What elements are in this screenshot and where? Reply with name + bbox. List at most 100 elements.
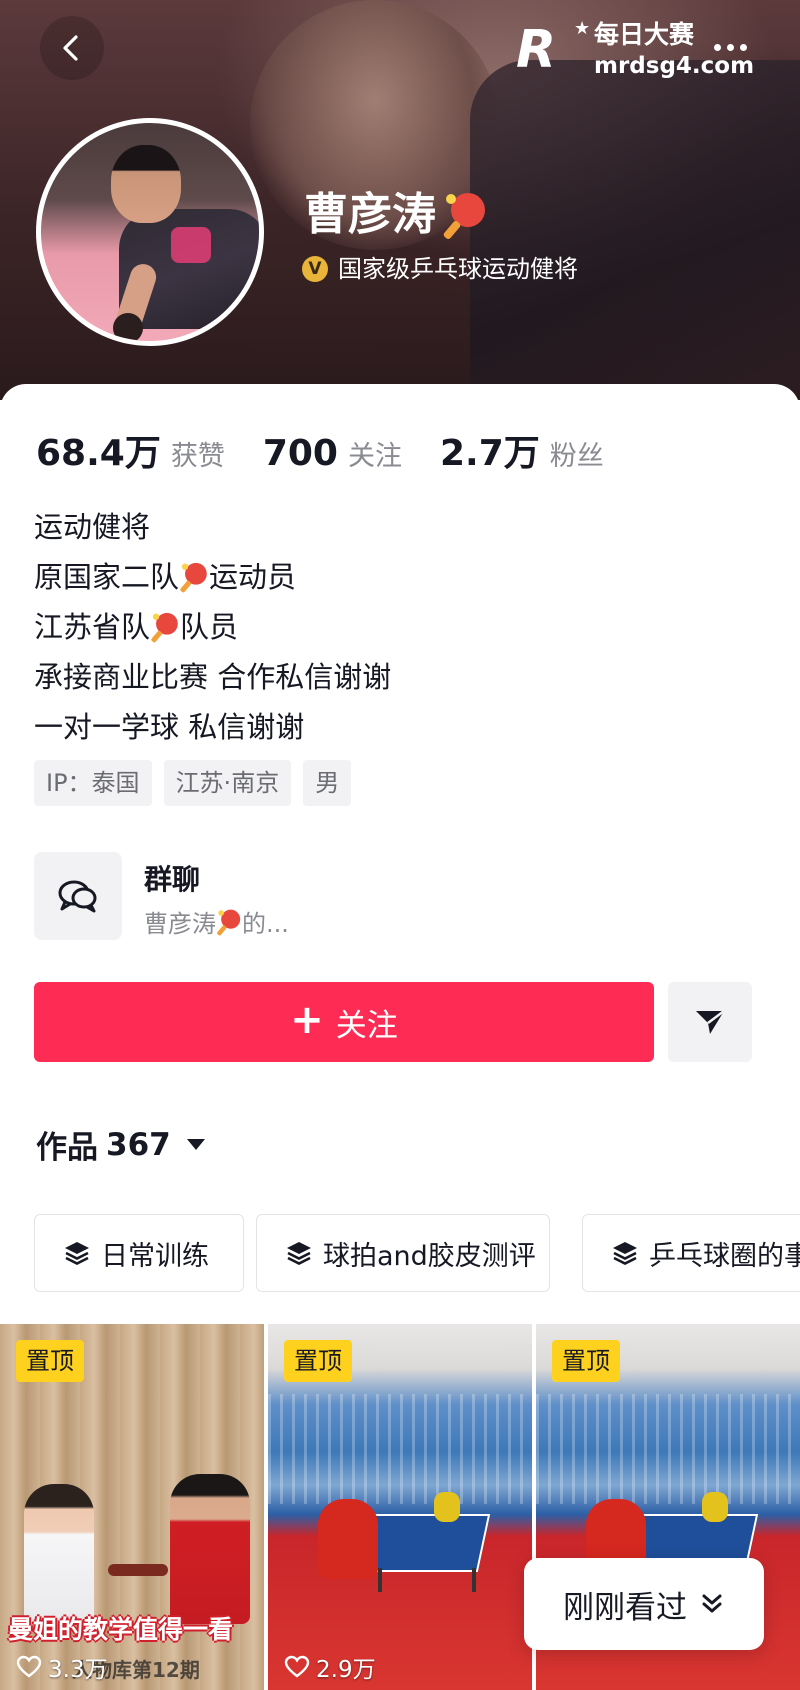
more-dot-icon <box>726 43 734 51</box>
profile-card: 68.4万 获赞 700 关注 2.7万 粉丝 运动健将 原国家二队 运动员 江… <box>0 384 800 1690</box>
double-chevron-down-icon <box>702 1594 722 1613</box>
follow-label: 关注 <box>335 1007 398 1044</box>
avatar-paddle-shape <box>113 313 143 341</box>
chevron-left-icon <box>63 35 78 61</box>
bio-text: 队员 <box>180 610 239 644</box>
arena-stands <box>268 1394 532 1504</box>
stats-row: 68.4万 获赞 700 关注 2.7万 粉丝 <box>36 424 642 474</box>
stat-following[interactable]: 700 关注 <box>263 433 402 474</box>
video-tile[interactable]: 置顶 2.9万 <box>268 1324 532 1690</box>
more-dot-icon <box>739 43 747 51</box>
recently-viewed-label: 刚刚看过 <box>563 1589 687 1626</box>
works-count: 367 <box>106 1126 171 1163</box>
collection-label: 日常训练 <box>101 1240 209 1272</box>
person-shape <box>170 1474 250 1624</box>
like-count: 2.9万 <box>284 1650 376 1684</box>
follow-button[interactable]: + 关注 <box>34 982 654 1062</box>
send-message-button[interactable] <box>668 982 752 1062</box>
verified-badge-icon: V <box>302 256 328 282</box>
video-tile[interactable]: 置顶 曼姐的教学值得一看 人物库第12期 3.3万 <box>0 1324 264 1690</box>
bio-text: 原国家二队 <box>34 560 180 594</box>
bio-text: 江苏省队 <box>34 610 151 644</box>
tag-ip: IP：泰国 <box>34 760 152 806</box>
watermark-name: 每日大赛 <box>594 20 695 49</box>
bio-line: 原国家二队 运动员 <box>34 552 754 602</box>
layers-icon <box>287 1242 311 1265</box>
layers-icon <box>613 1242 637 1265</box>
bio: 运动健将 原国家二队 运动员 江苏省队 队员 承接商业比赛 合作私信谢谢 一对一… <box>34 502 754 752</box>
stat-label: 获赞 <box>170 441 225 472</box>
avatar-head-shape <box>111 145 181 223</box>
player-shape <box>702 1492 728 1522</box>
stat-likes[interactable]: 68.4万 获赞 <box>36 424 225 476</box>
tag-gender: 男 <box>303 760 352 806</box>
side-table-shape <box>108 1564 168 1576</box>
like-count-value: 3.3万 <box>48 1657 108 1683</box>
layers-icon <box>65 1242 89 1265</box>
collection-label: 球拍and胶皮测评 <box>323 1240 536 1272</box>
bio-line: 一对一学球 私信谢谢 <box>34 702 754 752</box>
display-name: 曹彦涛 <box>304 189 436 240</box>
person-shape <box>24 1484 94 1624</box>
bio-text: 运动健将 <box>34 510 151 544</box>
works-label: 作品 <box>36 1130 98 1166</box>
group-chat-icon <box>34 852 122 940</box>
header-background-jersey <box>470 60 800 390</box>
tag-location[interactable]: 江苏·南京 <box>163 760 292 806</box>
works-tab[interactable]: 作品 367 <box>36 1122 205 1167</box>
collection-chip[interactable]: 乒乓球圈的事 <box>582 1214 800 1292</box>
stat-value: 68.4万 <box>36 433 161 474</box>
avatar[interactable] <box>36 118 264 346</box>
video-overlay-title: 曼姐的教学值得一看 <box>8 1615 234 1644</box>
ping-pong-paddle-icon <box>216 908 242 936</box>
back-button[interactable] <box>40 16 104 80</box>
group-chat-subtitle-text: 的... <box>242 910 289 938</box>
heart-icon <box>16 1655 42 1678</box>
bio-line: 承接商业比赛 合作私信谢谢 <box>34 652 754 702</box>
arena-stands <box>536 1394 800 1504</box>
ping-pong-paddle-icon <box>442 190 488 240</box>
collections-row: 日常训练 球拍and胶皮测评 乒乓球圈的事 <box>34 1214 800 1296</box>
verified-row: V 国家级乒乓球运动健将 <box>302 252 578 286</box>
bio-text: 承接商业比赛 合作私信谢谢 <box>34 660 392 694</box>
recently-viewed-button[interactable]: 刚刚看过 <box>524 1558 764 1650</box>
ping-pong-paddle-icon <box>179 561 209 593</box>
collection-chip[interactable]: 日常训练 <box>34 1214 244 1292</box>
profile-header: R ★ 每日大赛 mrdsg4.com 曹彦涛 V 国家级乒乓球运动健将 <box>0 0 800 400</box>
ping-pong-paddle-icon <box>150 611 180 643</box>
more-dot-icon <box>713 43 721 51</box>
stat-followers[interactable]: 2.7万 粉丝 <box>440 424 604 476</box>
stat-label: 粉丝 <box>549 441 604 472</box>
heart-icon <box>284 1655 310 1678</box>
stat-label: 关注 <box>347 441 402 472</box>
player-shape <box>434 1492 460 1522</box>
stat-value: 2.7万 <box>439 433 540 474</box>
stat-value: 700 <box>262 433 338 474</box>
collection-label: 乒乓球圈的事 <box>649 1240 800 1272</box>
bio-line: 江苏省队 队员 <box>34 602 754 652</box>
table-legs-shape <box>378 1568 476 1592</box>
watermark-logo: R <box>516 20 557 80</box>
caret-down-icon <box>186 1139 205 1150</box>
verified-label: 国家级乒乓球运动健将 <box>338 255 578 283</box>
group-chat-title: 群聊 <box>144 863 201 896</box>
bio-line: 运动健将 <box>34 502 754 552</box>
plus-icon: + <box>290 997 324 1043</box>
star-icon: ★ <box>574 18 591 39</box>
paper-plane-icon <box>696 1010 725 1034</box>
collection-chip[interactable]: 球拍and胶皮测评 <box>256 1214 550 1292</box>
bio-text: 运动员 <box>209 560 297 594</box>
name-row: 曹彦涛 <box>304 185 488 245</box>
player-shape <box>318 1499 378 1579</box>
like-count-value: 2.9万 <box>316 1657 376 1683</box>
more-options-button[interactable] <box>700 22 760 72</box>
group-chat-entry[interactable]: 群聊 曹彦涛 的... <box>34 852 754 944</box>
pinned-badge: 置顶 <box>552 1340 620 1382</box>
group-chat-subtitle: 曹彦涛 的... <box>144 904 289 939</box>
pinned-badge: 置顶 <box>284 1340 352 1382</box>
group-chat-subtitle-text: 曹彦涛 <box>144 910 216 938</box>
bio-text: 一对一学球 私信谢谢 <box>34 710 305 744</box>
like-count: 3.3万 <box>16 1650 108 1684</box>
profile-tags: IP：泰国 江苏·南京 男 <box>34 760 352 806</box>
pinned-badge: 置顶 <box>16 1340 84 1382</box>
